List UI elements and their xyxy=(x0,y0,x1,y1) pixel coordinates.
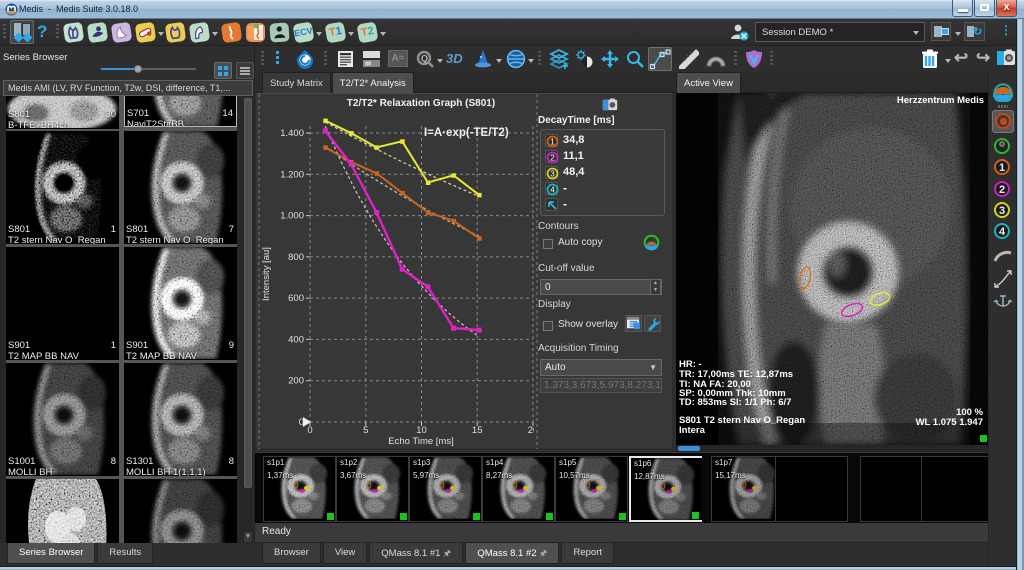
svg-text:I=A·exp(-TE/T2): I=A·exp(-TE/T2) xyxy=(424,127,509,139)
svg-text:200: 200 xyxy=(288,376,304,387)
svg-text:1.000: 1.000 xyxy=(280,211,304,222)
svg-text:Echo Time [ms]: Echo Time [ms] xyxy=(388,436,453,447)
svg-text:1: 1 xyxy=(550,138,555,147)
svg-text:800: 800 xyxy=(288,252,304,263)
svg-text:20: 20 xyxy=(528,425,534,436)
svg-text:600: 600 xyxy=(288,293,304,304)
svg-text:400: 400 xyxy=(288,334,304,345)
svg-text:10: 10 xyxy=(416,425,427,436)
svg-text:2: 2 xyxy=(550,154,555,163)
svg-text:Intensity [au]: Intensity [au] xyxy=(261,247,272,301)
svg-text:1.200: 1.200 xyxy=(280,169,304,180)
svg-text:1.400: 1.400 xyxy=(280,128,304,139)
svg-text:15: 15 xyxy=(472,425,483,436)
svg-text:5: 5 xyxy=(363,425,368,436)
svg-text:4: 4 xyxy=(550,186,555,195)
svg-text:0: 0 xyxy=(307,425,312,436)
svg-text:3: 3 xyxy=(550,170,555,179)
svg-text:Q: Q xyxy=(421,54,428,64)
